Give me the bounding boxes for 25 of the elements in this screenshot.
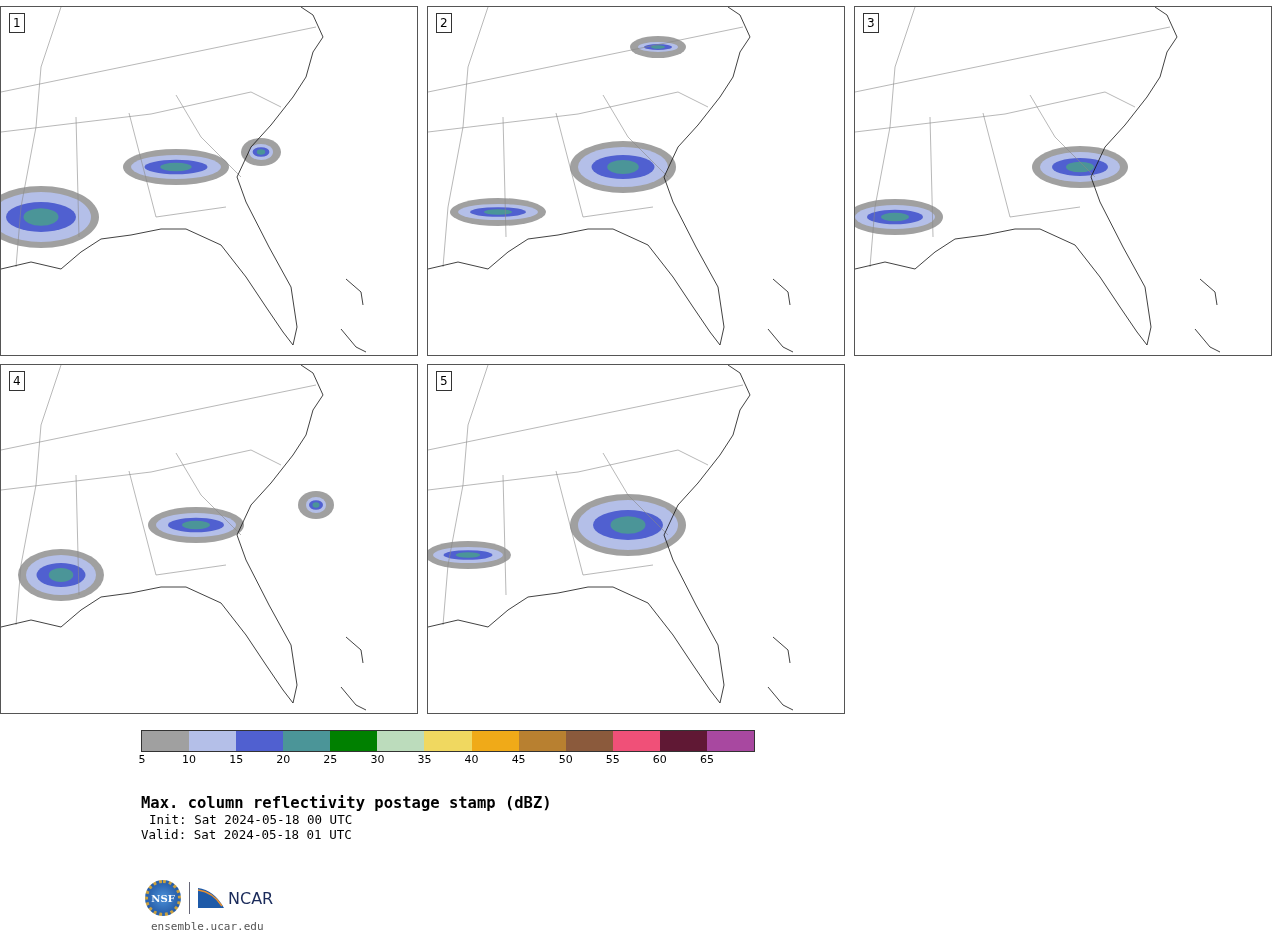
tick-label: 25: [323, 753, 338, 766]
tick-label: 20: [276, 753, 291, 766]
panel-number: 3: [863, 13, 879, 33]
init-time: Init: Sat 2024-05-18 00 UTC: [148, 812, 353, 827]
panel-number: 4: [9, 371, 25, 391]
tick-label: 40: [464, 753, 479, 766]
tick-label: 60: [652, 753, 667, 766]
nsf-logo: NSF: [145, 880, 181, 916]
tick-label: 35: [417, 753, 432, 766]
ncar-logo-text: NCAR: [228, 888, 274, 908]
panel-number: 5: [436, 371, 452, 391]
panel-number: 2: [436, 13, 452, 33]
tick-label: 30: [370, 753, 385, 766]
tick-label: 10: [182, 753, 197, 766]
tick-label: 45: [511, 753, 526, 766]
website-url: ensemble.ucar.edu: [151, 920, 264, 933]
tick-label: 55: [605, 753, 620, 766]
tick-label: 5: [138, 753, 146, 766]
valid-time: Valid: Sat 2024-05-18 01 UTC: [141, 827, 352, 842]
tick-label: 15: [229, 753, 244, 766]
tick-label: 65: [699, 753, 714, 766]
tick-label: 50: [558, 753, 573, 766]
panel-number: 1: [9, 13, 25, 33]
swoosh-icon: [198, 888, 224, 908]
chart-title: Max. column reflectivity postage stamp (dBZ): [141, 794, 552, 812]
